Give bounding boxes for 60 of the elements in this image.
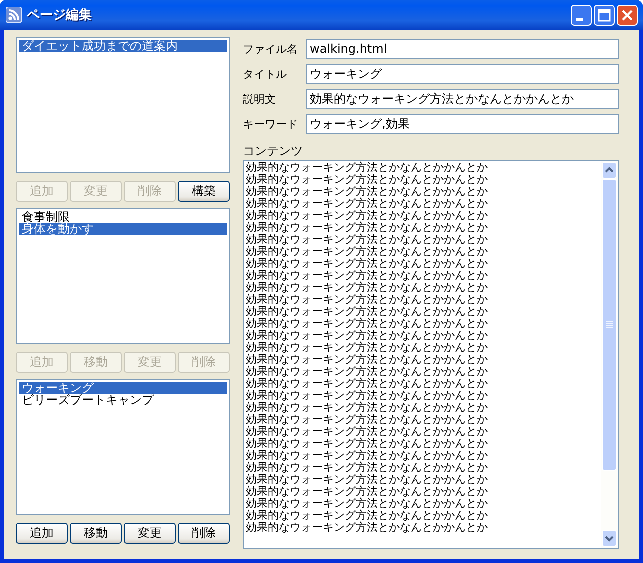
- content-line: 効果的なウォーキング方法とかなんとかかんとか: [246, 462, 489, 474]
- content-line: 効果的なウォーキング方法とかなんとかかんとか: [246, 354, 489, 366]
- content-line: 効果的なウォーキング方法とかなんとかかんとか: [246, 198, 489, 210]
- content-line: 効果的なウォーキング方法とかなんとかかんとか: [246, 258, 489, 270]
- window-title: ページ編集: [27, 7, 93, 24]
- content-line: 効果的なウォーキング方法とかなんとかかんとか: [246, 342, 489, 354]
- list-item[interactable]: ビリーズブートキャンプ: [19, 394, 227, 406]
- content-line: 効果的なウォーキング方法とかなんとかかんとか: [246, 390, 489, 402]
- content-line: 効果的なウォーキング方法とかなんとかかんとか: [246, 294, 489, 306]
- content-line: 効果的なウォーキング方法とかなんとかかんとか: [246, 438, 489, 450]
- content-line: 効果的なウォーキング方法とかなんとかかんとか: [246, 246, 489, 258]
- content-line: 効果的なウォーキング方法とかなんとかかんとか: [246, 222, 489, 234]
- content-line: 効果的なウォーキング方法とかなんとかかんとか: [246, 414, 489, 426]
- content-line: 効果的なウォーキング方法とかなんとかかんとか: [246, 366, 489, 378]
- action-button[interactable]: 変更: [124, 523, 176, 544]
- content-field[interactable]: [243, 160, 619, 549]
- field-label: タイトル: [243, 66, 288, 82]
- maximize-button[interactable]: [594, 4, 615, 26]
- scrollbar[interactable]: [601, 161, 618, 548]
- action-button[interactable]: 移動: [70, 523, 122, 544]
- content-line: 効果的なウォーキング方法とかなんとかかんとか: [246, 318, 489, 330]
- close-button[interactable]: [617, 4, 638, 26]
- content-line: 効果的なウォーキング方法とかなんとかかんとか: [246, 474, 489, 486]
- list-item[interactable]: 身体を動かす: [19, 223, 227, 235]
- content-line: 効果的なウォーキング方法とかなんとかかんとか: [246, 402, 489, 414]
- content-line: 効果的なウォーキング方法とかなんとかかんとか: [246, 510, 489, 522]
- action-button[interactable]: 削除: [178, 523, 230, 544]
- field-label: 説明文: [243, 92, 277, 106]
- text-field[interactable]: ウォーキング: [306, 64, 619, 84]
- minimize-button[interactable]: [571, 4, 592, 26]
- content-line: 効果的なウォーキング方法とかなんとかかんとか: [246, 498, 489, 510]
- content-line: 効果的なウォーキング方法とかなんとかかんとか: [246, 234, 489, 246]
- list-item[interactable]: ダイエット成功までの道案内: [19, 40, 227, 52]
- scroll-down-icon[interactable]: [602, 530, 617, 547]
- text-field[interactable]: walking.html: [306, 39, 619, 59]
- field-label: コンテンツ: [243, 143, 303, 157]
- content-line: 効果的なウォーキング方法とかなんとかかんとか: [246, 330, 489, 342]
- list-item[interactable]: 食事制限: [19, 211, 227, 223]
- content-line: 効果的なウォーキング方法とかなんとかかんとか: [246, 270, 489, 282]
- field-label: キーワード: [243, 116, 299, 132]
- scroll-up-icon[interactable]: [602, 162, 617, 179]
- field-label: ファイル名: [243, 42, 299, 56]
- content-line: 効果的なウォーキング方法とかなんとかかんとか: [246, 186, 489, 198]
- content-line: 効果的なウォーキング方法とかなんとかかんとか: [246, 174, 489, 186]
- action-button[interactable]: 構築: [178, 181, 230, 202]
- content-line: 効果的なウォーキング方法とかなんとかかんとか: [246, 210, 489, 222]
- text-field[interactable]: ウォーキング,効果: [306, 114, 619, 134]
- content-line: 効果的なウォーキング方法とかなんとかかんとか: [246, 378, 489, 390]
- list-item[interactable]: ウォーキング: [19, 382, 227, 394]
- content-line: 効果的なウォーキング方法とかなんとかかんとか: [246, 162, 489, 174]
- rss-feed-icon: [6, 7, 22, 23]
- content-line: 効果的なウォーキング方法とかなんとかかんとか: [246, 282, 489, 294]
- text-field[interactable]: 効果的なウォーキング方法とかなんとかかんとか: [306, 89, 619, 109]
- content-line: 効果的なウォーキング方法とかなんとかかんとか: [246, 306, 489, 318]
- action-button[interactable]: 追加: [16, 523, 68, 544]
- content-line: 効果的なウォーキング方法とかなんとかかんとか: [246, 486, 489, 498]
- content-line: 効果的なウォーキング方法とかなんとかかんとか: [246, 426, 489, 438]
- content-line: 効果的なウォーキング方法とかなんとかかんとか: [246, 522, 489, 534]
- scroll-thumb[interactable]: [602, 179, 617, 471]
- content-line: 効果的なウォーキング方法とかなんとかかんとか: [246, 450, 489, 462]
